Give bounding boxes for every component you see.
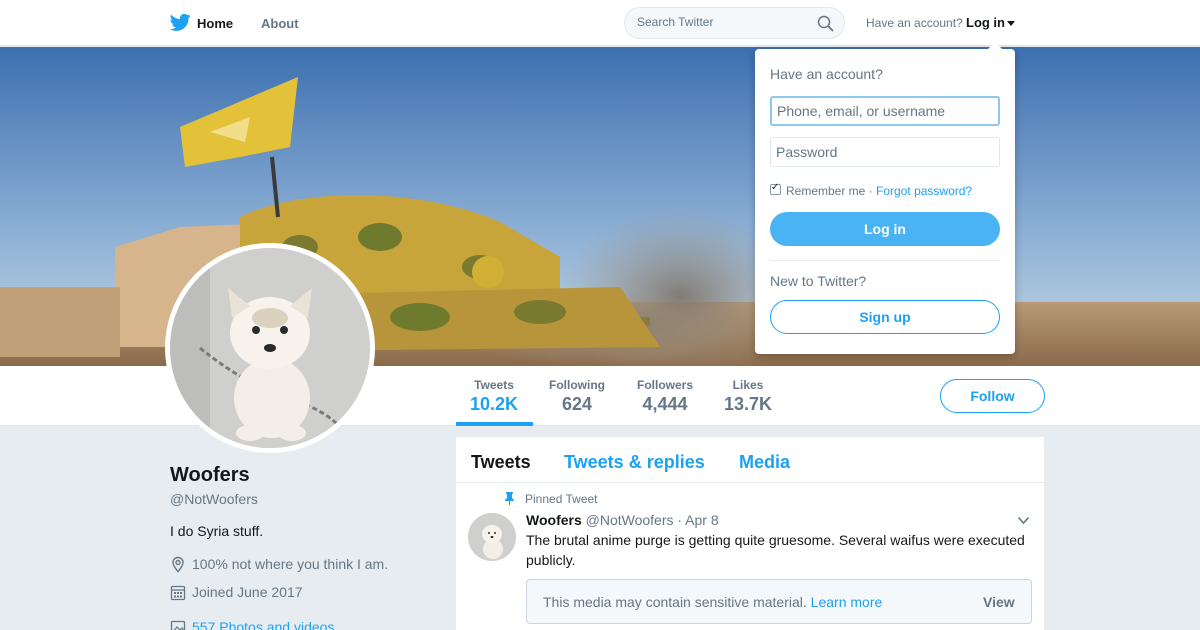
dog-photo — [468, 513, 516, 561]
active-stat-underline — [456, 422, 533, 426]
new-to-twitter-text: New to Twitter? — [770, 273, 867, 289]
separator: · — [868, 184, 873, 198]
search-input[interactable] — [637, 15, 807, 29]
calendar-icon — [170, 585, 186, 601]
sensitive-notice-text: This media may contain sensitive materia… — [543, 594, 882, 610]
tweet-author-handle[interactable]: @NotWoofers — [586, 512, 674, 528]
top-navigation-bar: Home About Have an account? Log in — [0, 0, 1200, 46]
location-text: 100% not where you think I am. — [192, 556, 389, 572]
timeline-tabs: Tweets Tweets & replies Media — [456, 437, 1044, 483]
photos-link[interactable]: 557 Photos and videos — [192, 619, 334, 630]
login-dropdown-toggle[interactable]: Log in — [966, 15, 1005, 30]
stat-tweets[interactable]: Tweets 10.2K — [470, 378, 518, 415]
profile-bio: I do Syria stuff. — [170, 523, 264, 539]
tab-tweets[interactable]: Tweets — [471, 452, 531, 473]
divider — [770, 260, 1000, 261]
stat-following[interactable]: Following 624 — [548, 378, 606, 415]
stat-likes[interactable]: Likes 13.7K — [724, 378, 772, 415]
signup-button[interactable]: Sign up — [770, 300, 1000, 334]
search-box[interactable] — [624, 7, 845, 39]
nav-about-link[interactable]: About — [261, 16, 299, 31]
dog-photo — [170, 248, 370, 448]
nav-home-link[interactable]: Home — [197, 16, 233, 31]
stat-value: 13.7K — [724, 394, 773, 414]
location-pin-icon — [172, 556, 184, 573]
stat-followers[interactable]: Followers 4,444 — [636, 378, 694, 415]
remember-me-text: Remember me · Forgot password? — [786, 184, 972, 198]
tweet-header: Woofers @NotWoofers · Apr 8 — [526, 512, 719, 528]
sensitive-media-notice: This media may contain sensitive materia… — [526, 579, 1032, 624]
remember-me-checkbox[interactable] — [770, 182, 781, 195]
stat-label: Likes — [732, 378, 764, 392]
stat-label: Following — [549, 378, 605, 392]
stat-label: Tweets — [474, 378, 514, 392]
login-dropdown: Have an account? Remember me · Forgot pa… — [755, 42, 1015, 354]
stat-value: 4,444 — [642, 394, 688, 414]
view-media-button[interactable]: View — [983, 594, 1015, 610]
login-button[interactable]: Log in — [770, 212, 1000, 246]
dropdown-arrow — [987, 42, 1003, 50]
tweet-avatar[interactable] — [468, 513, 516, 561]
tab-media[interactable]: Media — [739, 452, 790, 473]
stat-value: 624 — [561, 394, 593, 414]
stat-label: Followers — [636, 378, 693, 392]
pin-icon — [505, 492, 514, 505]
joined-text: Joined June 2017 — [192, 584, 303, 600]
tab-tweets-replies[interactable]: Tweets & replies — [564, 452, 705, 473]
tweet-author-name[interactable]: Woofers — [526, 512, 582, 528]
tweet-date[interactable]: · Apr 8 — [677, 512, 718, 528]
pinned-label: Pinned Tweet — [525, 492, 598, 506]
username-field[interactable] — [770, 96, 1000, 126]
stat-value: 10.2K — [470, 394, 519, 414]
follow-button[interactable]: Follow — [940, 379, 1045, 413]
profile-handle[interactable]: @NotWoofers — [170, 491, 258, 507]
password-field[interactable] — [770, 137, 1000, 167]
chevron-down-icon[interactable] — [1017, 516, 1030, 525]
tweet-text: The brutal anime purge is getting quite … — [526, 532, 1025, 568]
caret-down-icon[interactable] — [1007, 21, 1015, 26]
profile-name[interactable]: Woofers — [170, 464, 250, 487]
timeline-card: Tweets Tweets & replies Media Pinned Twe… — [456, 437, 1044, 630]
forgot-password-link[interactable]: Forgot password? — [876, 184, 972, 198]
search-icon[interactable] — [817, 15, 834, 32]
image-icon — [170, 620, 186, 630]
twitter-bird-icon[interactable] — [170, 13, 191, 32]
sensitive-message: This media may contain sensitive materia… — [543, 594, 807, 610]
learn-more-link[interactable]: Learn more — [811, 594, 883, 610]
have-account-text: Have an account? — [866, 16, 963, 30]
dropdown-title: Have an account? — [770, 66, 883, 82]
profile-avatar[interactable] — [165, 243, 375, 453]
remember-me-label[interactable]: Remember me — [786, 184, 865, 198]
